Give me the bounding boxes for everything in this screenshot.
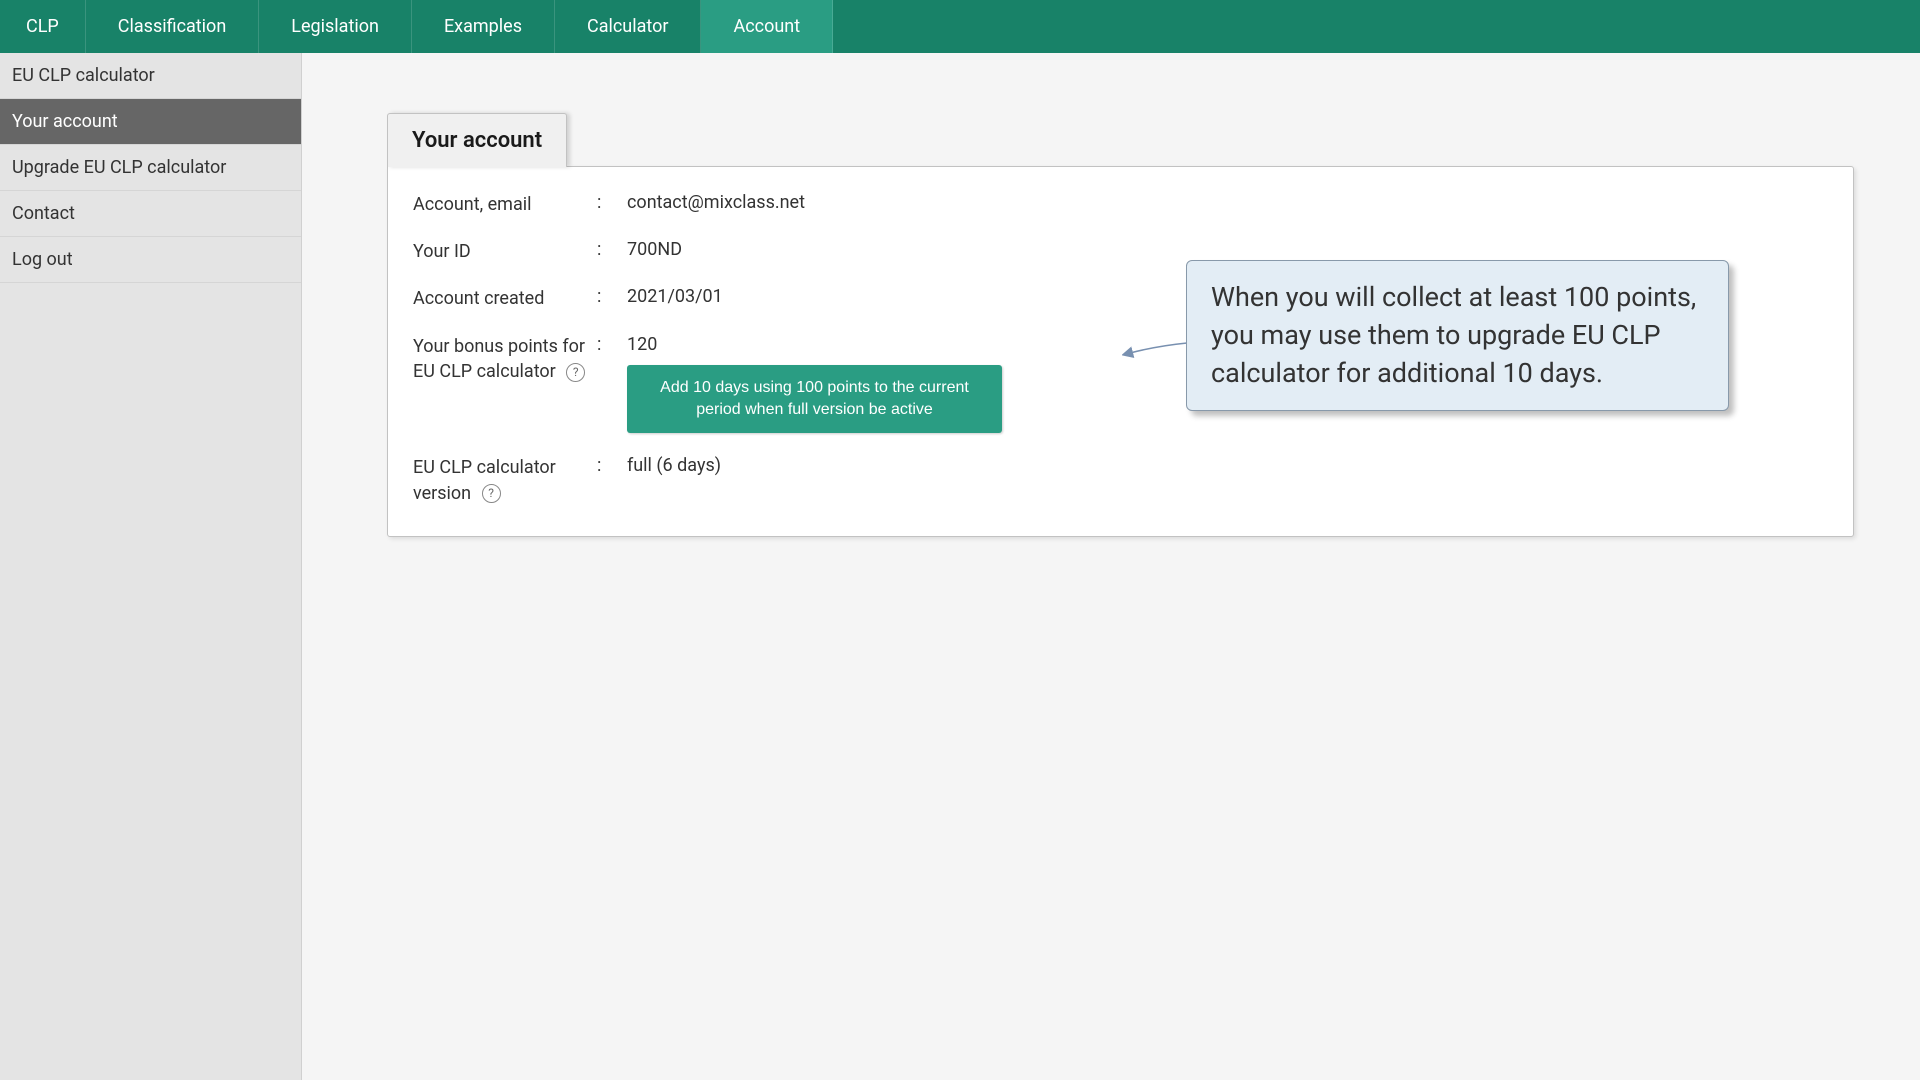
callout-arrow-icon bbox=[1122, 338, 1192, 368]
colon: : bbox=[597, 286, 627, 307]
label-bonus-text: Your bonus points for EU CLP calculator bbox=[413, 336, 585, 382]
label-email: Account, email bbox=[413, 192, 597, 217]
nav-item-classification[interactable]: Classification bbox=[86, 0, 260, 53]
row-email: Account, email : contact@mixclass.net bbox=[413, 192, 1828, 217]
top-nav: CLP Classification Legislation Examples … bbox=[0, 0, 1920, 53]
label-id: Your ID bbox=[413, 239, 597, 264]
nav-item-clp[interactable]: CLP bbox=[0, 0, 86, 53]
nav-item-account[interactable]: Account bbox=[701, 0, 833, 53]
sidebar-item-logout[interactable]: Log out bbox=[0, 237, 301, 283]
nav-item-calculator[interactable]: Calculator bbox=[555, 0, 701, 53]
sidebar-item-calculator[interactable]: EU CLP calculator bbox=[0, 53, 301, 99]
colon: : bbox=[597, 455, 627, 476]
panel-wrapper: Your account Account, email : contact@mi… bbox=[387, 113, 1854, 537]
content-area: Your account Account, email : contact@mi… bbox=[302, 53, 1920, 1080]
add-days-button[interactable]: Add 10 days using 100 points to the curr… bbox=[627, 365, 1002, 434]
sidebar-item-your-account[interactable]: Your account bbox=[0, 99, 301, 145]
value-email: contact@mixclass.net bbox=[627, 192, 1828, 213]
callout-box: When you will collect at least 100 point… bbox=[1186, 260, 1729, 411]
colon: : bbox=[597, 192, 627, 213]
help-icon[interactable]: ? bbox=[566, 363, 585, 382]
value-version: full (6 days) bbox=[627, 455, 1828, 476]
sidebar: EU CLP calculator Your account Upgrade E… bbox=[0, 53, 302, 1080]
value-id: 700ND bbox=[627, 239, 1828, 260]
sidebar-item-contact[interactable]: Contact bbox=[0, 191, 301, 237]
help-icon[interactable]: ? bbox=[482, 484, 501, 503]
nav-item-legislation[interactable]: Legislation bbox=[259, 0, 412, 53]
label-version: EU CLP calculator version ? bbox=[413, 455, 597, 505]
colon: : bbox=[597, 239, 627, 260]
panel-title: Your account bbox=[387, 113, 567, 167]
sidebar-item-upgrade[interactable]: Upgrade EU CLP calculator bbox=[0, 145, 301, 191]
colon: : bbox=[597, 334, 627, 355]
nav-item-examples[interactable]: Examples bbox=[412, 0, 555, 53]
label-created: Account created bbox=[413, 286, 597, 311]
value-bonus: 120 bbox=[627, 334, 657, 355]
main-container: EU CLP calculator Your account Upgrade E… bbox=[0, 53, 1920, 1080]
label-bonus: Your bonus points for EU CLP calculator … bbox=[413, 334, 597, 384]
row-version: EU CLP calculator version ? : full (6 da… bbox=[413, 455, 1828, 505]
